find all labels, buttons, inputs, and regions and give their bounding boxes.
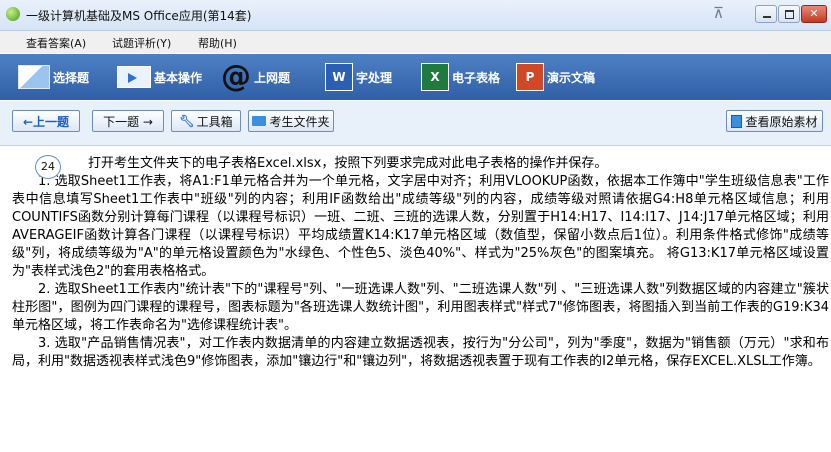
window-title: 一级计算机基础及MS Office应用(第14套) [26, 9, 252, 23]
module-internet-label: 上网题 [254, 70, 291, 85]
menu-help[interactable]: 帮助(H) [198, 35, 237, 51]
module-toolbar: 选择题 基本操作 @ 上网题 W 字处理 X 电子表格 P 演示文稿 [0, 54, 831, 100]
document-icon [731, 114, 743, 128]
question-body: 打开考生文件夹下的电子表格Excel.xlsx，按照下列要求完成对此电子表格的操… [12, 155, 829, 371]
at-sign-icon: @ [221, 59, 251, 94]
module-ppt[interactable]: P 演示文稿 [516, 62, 595, 92]
module-word[interactable]: W 字处理 [325, 62, 392, 92]
question-intro: 打开考生文件夹下的电子表格Excel.xlsx，按照下列要求完成对此电子表格的操… [88, 156, 608, 171]
student-folder-label: 考生文件夹 [269, 114, 330, 129]
prev-question-label: ←上一题 [22, 114, 70, 129]
student-folder-button[interactable]: 考生文件夹 [248, 110, 334, 132]
next-question-label: 下一题 → [103, 114, 153, 129]
module-basic[interactable]: 基本操作 [117, 62, 202, 92]
basic-ops-icon [117, 66, 151, 88]
wrench-icon: 🔧︎ [179, 114, 195, 128]
view-source-button[interactable]: 查看原始素材 [726, 110, 823, 132]
word-icon: W [325, 63, 353, 91]
module-excel[interactable]: X 电子表格 [421, 62, 500, 92]
toolbox-button[interactable]: 🔧︎ 工具箱 [171, 110, 241, 132]
app-logo-icon [6, 7, 20, 21]
navigation-bar: ←上一题 下一题 → 🔧︎ 工具箱 考生文件夹 查看原始素材 [0, 101, 831, 146]
excel-icon: X [421, 63, 449, 91]
module-ppt-label: 演示文稿 [547, 70, 596, 85]
close-icon: ✕ [809, 7, 819, 20]
next-question-button[interactable]: 下一题 → [92, 110, 164, 132]
view-source-label: 查看原始素材 [745, 114, 818, 129]
module-word-label: 字处理 [356, 70, 393, 85]
ppt-icon: P [516, 63, 544, 91]
minimize-button[interactable] [755, 5, 777, 23]
folder-icon [252, 116, 267, 126]
maximize-button[interactable] [778, 5, 800, 23]
module-basic-label: 基本操作 [154, 70, 203, 85]
module-internet[interactable]: @ 上网题 [221, 62, 290, 92]
module-choice-label: 选择题 [53, 70, 90, 85]
close-button[interactable]: ✕ [801, 5, 827, 23]
menu-analysis[interactable]: 试题评析(Y) [112, 35, 171, 51]
title-bar: 一级计算机基础及MS Office应用(第14套) ⊼ ✕ [0, 0, 831, 31]
module-excel-label: 电子表格 [452, 70, 501, 85]
question-item-3: 3. 选取"产品销售情况表"，对工作表内数据清单的内容建立数据透视表，按行为"分… [12, 336, 829, 369]
select-question-icon [18, 65, 50, 89]
menu-view-answer[interactable]: 查看答案(A) [26, 35, 86, 51]
module-choice[interactable]: 选择题 [18, 62, 89, 92]
prev-question-button[interactable]: ←上一题 [12, 110, 80, 132]
question-item-1: 1. 选取Sheet1工作表，将A1:F1单元格合并为一个单元格，文字居中对齐；… [12, 174, 829, 279]
question-number-badge: 24 [35, 155, 61, 179]
question-item-2: 2. 选取Sheet1工作表内"统计表"下的"课程号"列、"一班选课人数"列、"… [12, 282, 829, 333]
toolbox-label: 工具箱 [196, 114, 233, 129]
menu-bar: 查看答案(A) 试题评析(Y) 帮助(H) [0, 31, 831, 53]
question-panel: 打开考生文件夹下的电子表格Excel.xlsx，按照下列要求完成对此电子表格的操… [0, 146, 831, 452]
pin-icon[interactable]: ⊼ [713, 4, 724, 22]
